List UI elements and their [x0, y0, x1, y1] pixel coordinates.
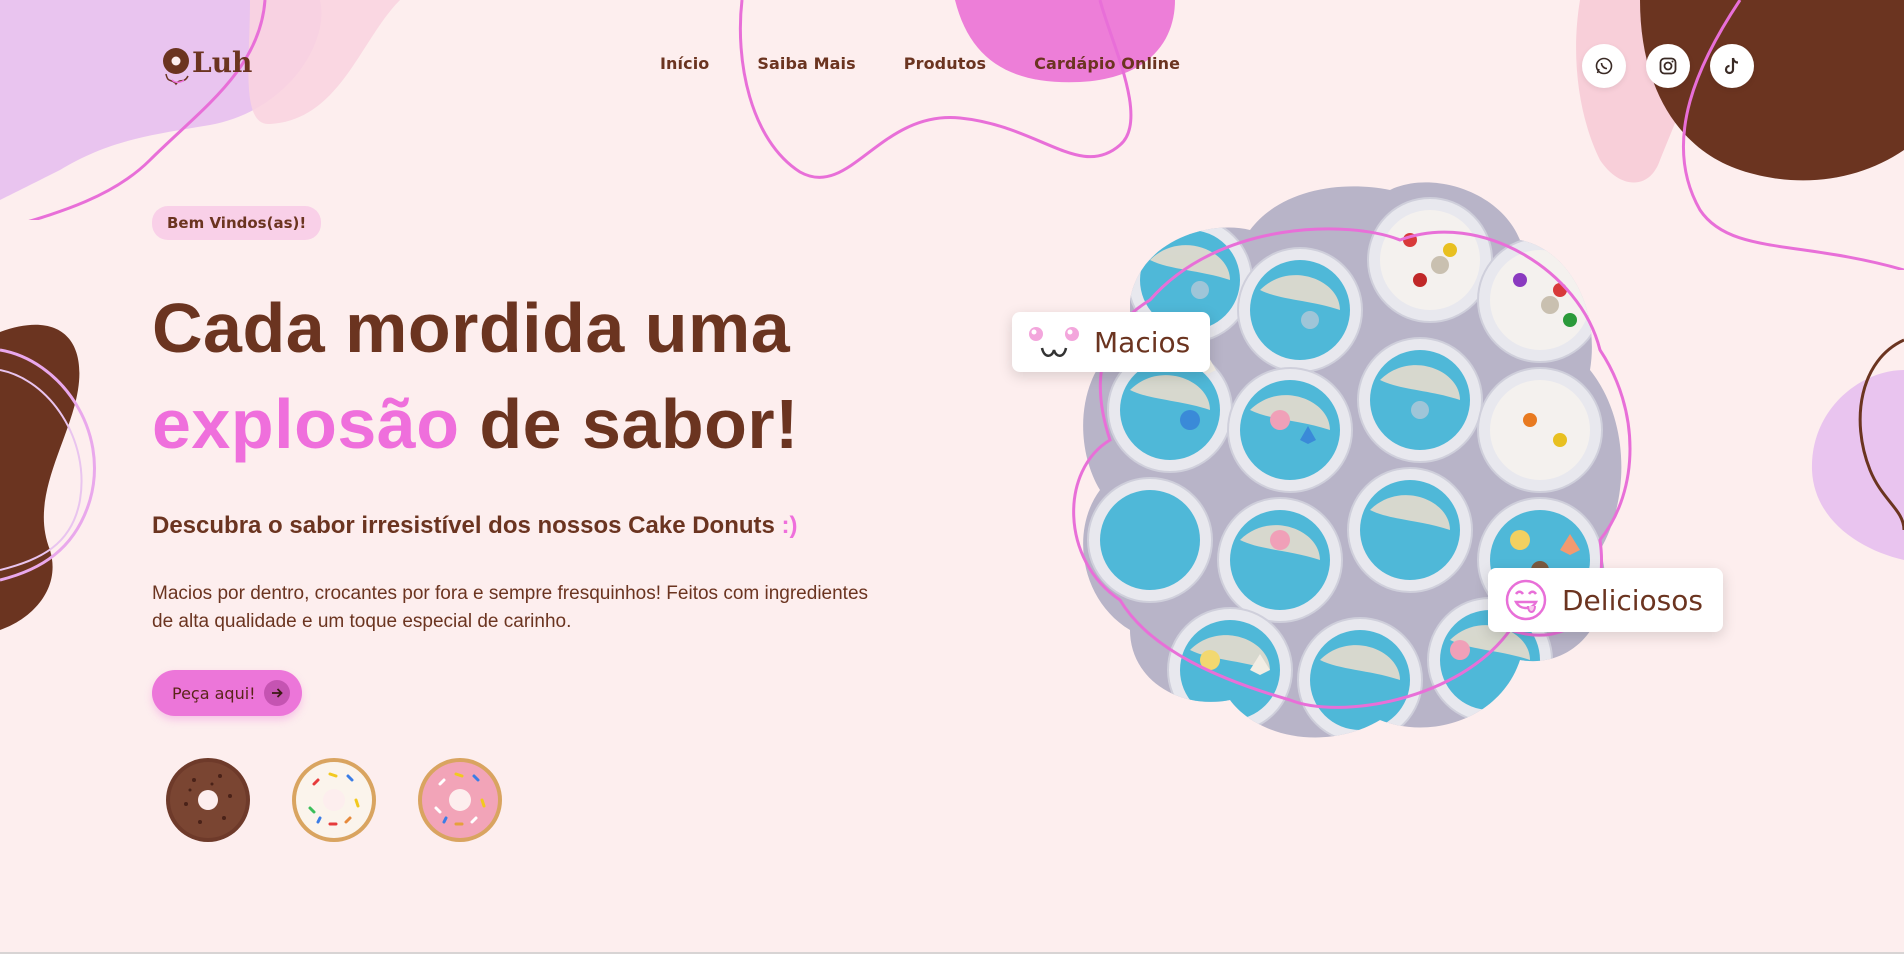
- tiktok-button[interactable]: [1710, 44, 1754, 88]
- whatsapp-button[interactable]: [1582, 44, 1626, 88]
- soft-tag: Macios: [1012, 312, 1211, 372]
- nav-item-saiba-mais[interactable]: Saiba Mais: [757, 54, 855, 73]
- hero-headline: Cada mordida uma explosão de sabor!: [152, 280, 912, 472]
- headline-highlight: explosão: [152, 385, 460, 463]
- tiktok-icon: [1724, 57, 1739, 75]
- pink-donut-thumbnail[interactable]: [416, 756, 504, 844]
- left-side-blob: [0, 324, 96, 630]
- social-links: [1582, 44, 1754, 88]
- brand-name: Luh: [192, 46, 253, 79]
- kawaii-face-icon: [1029, 327, 1079, 357]
- soft-tag-label: Macios: [1094, 325, 1191, 359]
- donut-thumbnails: [164, 756, 912, 844]
- welcome-badge: Bem Vindos(as)!: [152, 206, 322, 240]
- headline-rest: de sabor!: [459, 385, 799, 463]
- hero-photo-area: Macios Deliciosos: [1012, 180, 1723, 750]
- instagram-icon: [1659, 57, 1677, 75]
- site-header: Luh Início Saiba Mais Produtos Cardápio …: [0, 0, 1904, 130]
- delicious-tag-label: Deliciosos: [1562, 583, 1703, 617]
- donuts-photo: [1072, 182, 1632, 738]
- delicious-tag: Deliciosos: [1488, 568, 1723, 632]
- whatsapp-icon: [1595, 57, 1613, 75]
- subtitle-text: Descubra o sabor irresistível dos nossos…: [152, 512, 782, 539]
- yummy-face-icon: [1505, 579, 1547, 621]
- order-button-label: Peça aqui!: [172, 683, 256, 703]
- arrow-right-icon: [263, 680, 290, 706]
- hero-section: Bem Vindos(as)! Cada mordida uma explosã…: [152, 206, 912, 844]
- right-side-blob: [1811, 338, 1904, 560]
- nav-item-inicio[interactable]: Início: [660, 54, 709, 73]
- hero-subtitle: Descubra o sabor irresistível dos nossos…: [152, 512, 912, 540]
- instagram-button[interactable]: [1646, 44, 1690, 88]
- headline-line-1: Cada mordida uma: [152, 289, 791, 367]
- nav-item-cardapio-online[interactable]: Cardápio Online: [1034, 54, 1180, 73]
- donut-logo-icon: [163, 48, 189, 86]
- main-nav: Início Saiba Mais Produtos Cardápio Onli…: [660, 54, 1228, 73]
- order-button[interactable]: Peça aqui!: [152, 670, 302, 716]
- brand-logo[interactable]: Luh: [160, 44, 252, 86]
- hero-description: Macios por dentro, crocantes por fora e …: [152, 583, 869, 632]
- nav-item-produtos[interactable]: Produtos: [904, 54, 986, 73]
- sprinkles-donut-thumbnail[interactable]: [290, 756, 378, 844]
- subtitle-smile: :): [781, 512, 798, 539]
- chocolate-donut-thumbnail[interactable]: [164, 756, 252, 844]
